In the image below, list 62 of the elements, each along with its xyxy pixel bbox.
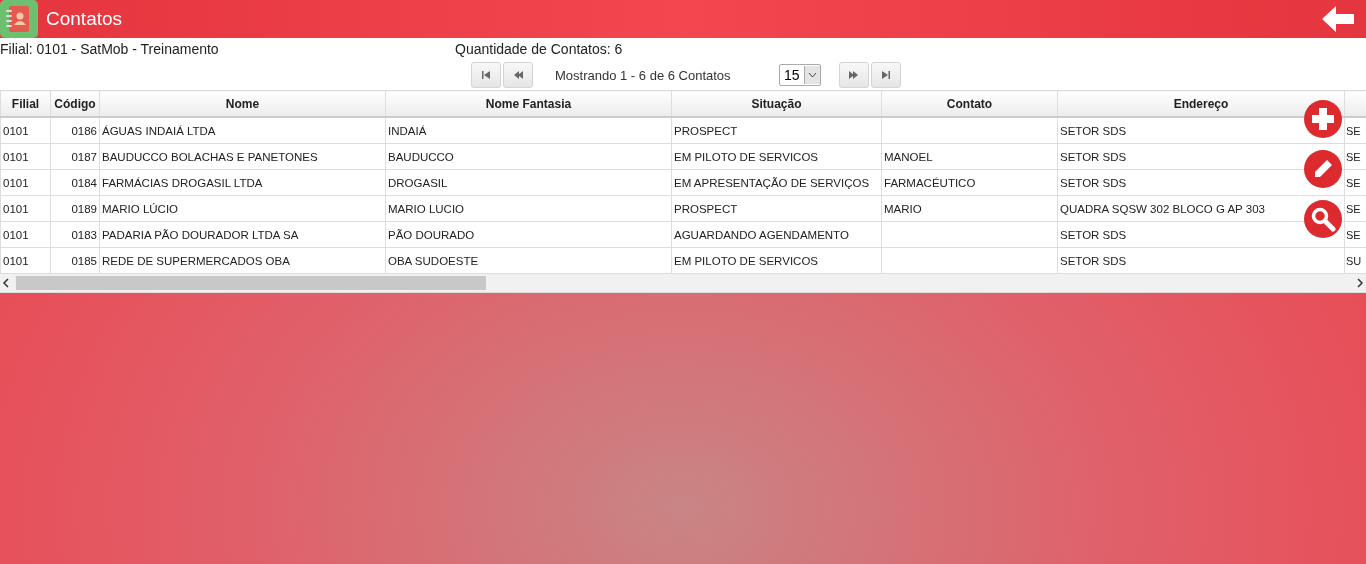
table-cell: EM PILOTO DE SERVICOS [671, 247, 882, 274]
first-page-icon [481, 71, 491, 79]
table-cell: 0184 [50, 169, 100, 196]
next-page-icon [849, 71, 859, 79]
table-cell: 0101 [0, 247, 51, 274]
contact-count: Quantidade de Contatos: 6 [455, 41, 623, 57]
table-cell: 0189 [50, 195, 100, 222]
table-cell: SETOR SDS [1057, 247, 1345, 274]
branch-label: Filial: 0101 - SatMob - Treinamento [0, 41, 220, 57]
column-header[interactable]: Nome Fantasia [385, 90, 672, 117]
table-cell: 0186 [50, 117, 100, 144]
last-page-icon [881, 71, 891, 79]
table-cell: 0101 [0, 143, 51, 170]
table-cell: PROSPECT [671, 117, 882, 144]
table-cell: FARMACÉUTICO [881, 169, 1058, 196]
table-cell: AGUARDANDO AGENDAMENTO [671, 221, 882, 248]
column-header[interactable]: Código [50, 90, 100, 117]
table-cell: 0183 [50, 221, 100, 248]
table-cell: EM APRESENTAÇÃO DE SERVIÇOS [671, 169, 882, 196]
back-arrow-icon[interactable] [1320, 4, 1356, 34]
table-cell: REDE DE SUPERMERCADOS OBA [99, 247, 386, 274]
column-header[interactable]: Nome [99, 90, 386, 117]
horizontal-scrollbar[interactable] [0, 274, 1366, 293]
table-cell: MANOEL [881, 143, 1058, 170]
next-page-button[interactable] [839, 62, 869, 88]
table-cell: MARIO LUCIO [385, 195, 672, 222]
previous-page-icon [513, 71, 523, 79]
table-cell: 0101 [0, 169, 51, 196]
page-title: Contatos [46, 8, 124, 30]
table-cell: MARIO LÚCIO [99, 195, 386, 222]
plus-icon [1310, 106, 1336, 132]
scroll-right-icon[interactable] [1354, 277, 1366, 289]
table-cell: 0101 [0, 117, 51, 144]
pagination-summary: Mostrando 1 - 6 de 6 Contatos [555, 67, 732, 83]
column-header[interactable]: Contato [881, 90, 1058, 117]
table-cell: PADARIA PÃO DOURADOR LTDA SA [99, 221, 386, 248]
search-icon [1310, 206, 1336, 232]
column-header[interactable]: Filial [0, 90, 51, 117]
table-cell: BAUDUCCO BOLACHAS E PANETONES [99, 143, 386, 170]
column-header[interactable]: Endereço [1057, 90, 1345, 117]
table-cell: 0187 [50, 143, 100, 170]
last-page-button[interactable] [871, 62, 901, 88]
table-cell: MARIO [881, 195, 1058, 222]
first-page-button[interactable] [471, 62, 501, 88]
table-cell: DROGASIL [385, 169, 672, 196]
table-cell: PROSPECT [671, 195, 882, 222]
previous-page-button[interactable] [503, 62, 533, 88]
column-header[interactable]: Situação [671, 90, 882, 117]
table-cell: 0101 [0, 221, 51, 248]
address-book-icon [0, 0, 38, 38]
table-cell: BAUDUCCO [385, 143, 672, 170]
table-cell: INDAIÁ [385, 117, 672, 144]
table-cell: FARMÁCIAS DROGASIL LTDA [99, 169, 386, 196]
table-cell: OBA SUDOESTE [385, 247, 672, 274]
page-size-select[interactable]: 15 [779, 64, 821, 86]
table-cell: ÁGUAS INDAIÁ LTDA [99, 117, 386, 144]
table-cell: EM PILOTO DE SERVICOS [671, 143, 882, 170]
scroll-left-icon[interactable] [0, 277, 12, 289]
table-cell: PÃO DOURADO [385, 221, 672, 248]
table-cell: 0185 [50, 247, 100, 274]
table-cell: 0101 [0, 195, 51, 222]
caret-icon [804, 66, 820, 84]
